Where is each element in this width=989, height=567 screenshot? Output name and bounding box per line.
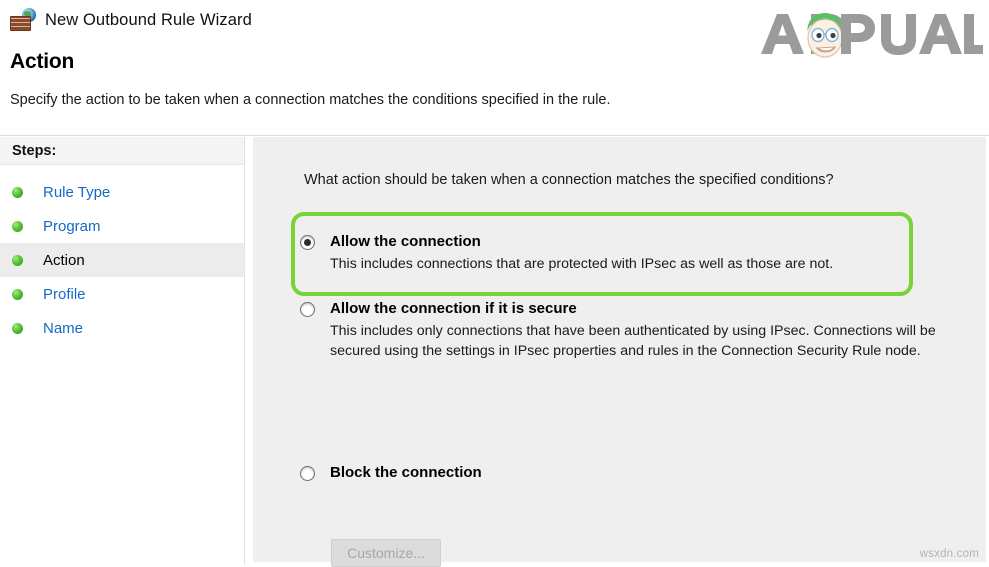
action-question: What action should be taken when a conne… xyxy=(304,172,834,188)
sidebar-item-label: Profile xyxy=(43,285,86,303)
page-subtitle: Specify the action to be taken when a co… xyxy=(10,92,611,108)
steps-list: Rule Type Program Action Profile Name xyxy=(0,165,244,345)
radio-block-the-connection[interactable] xyxy=(300,466,315,481)
radio-allow-if-secure[interactable] xyxy=(300,302,315,317)
sidebar-item-label: Action xyxy=(43,251,85,269)
wizard-header: New Outbound Rule Wizard Action Specify … xyxy=(0,0,989,136)
sidebar-item-label: Rule Type xyxy=(43,183,111,201)
option-label: Allow the connection xyxy=(330,233,481,250)
step-bullet-icon xyxy=(12,322,23,334)
option-label: Allow the connection if it is secure xyxy=(330,300,577,317)
option-block-the-connection[interactable]: Block the connection xyxy=(300,464,482,482)
radio-allow-the-connection[interactable] xyxy=(300,235,315,250)
step-bullet-icon xyxy=(12,288,23,300)
step-bullet-icon xyxy=(12,186,23,198)
page-title: Action xyxy=(10,50,75,73)
sidebar-item-program[interactable]: Program xyxy=(0,209,244,243)
window-title: New Outbound Rule Wizard xyxy=(45,10,252,29)
sidebar-item-rule-type[interactable]: Rule Type xyxy=(0,175,244,209)
watermark: wsxdn.com xyxy=(919,548,979,560)
option-description: This includes only connections that have… xyxy=(330,323,936,359)
customize-button[interactable]: Customize... xyxy=(331,539,441,567)
option-allow-the-connection[interactable]: Allow the connection This includes conne… xyxy=(300,233,833,275)
sidebar-item-name[interactable]: Name xyxy=(0,311,244,345)
wizard-content-panel: What action should be taken when a conne… xyxy=(253,137,986,567)
step-bullet-icon xyxy=(12,220,23,232)
steps-sidebar: Steps: Rule Type Program Action Profile … xyxy=(0,137,245,565)
appuals-logo xyxy=(755,4,983,62)
steps-header-label: Steps: xyxy=(12,142,57,159)
sidebar-item-label: Program xyxy=(43,217,101,235)
window-titlebar: New Outbound Rule Wizard xyxy=(10,8,252,32)
sidebar-item-action[interactable]: Action xyxy=(0,243,244,277)
firewall-globe-icon xyxy=(10,8,36,32)
steps-header: Steps: xyxy=(0,137,244,165)
option-label: Block the connection xyxy=(330,464,482,481)
option-allow-if-secure[interactable]: Allow the connection if it is secure Thi… xyxy=(300,300,938,361)
sidebar-item-label: Name xyxy=(43,319,84,337)
mascot-face xyxy=(807,13,843,58)
brick-wall-shape xyxy=(10,16,31,31)
step-bullet-icon xyxy=(12,254,23,266)
sidebar-item-profile[interactable]: Profile xyxy=(0,277,244,311)
option-description: This includes connections that are prote… xyxy=(330,256,834,272)
